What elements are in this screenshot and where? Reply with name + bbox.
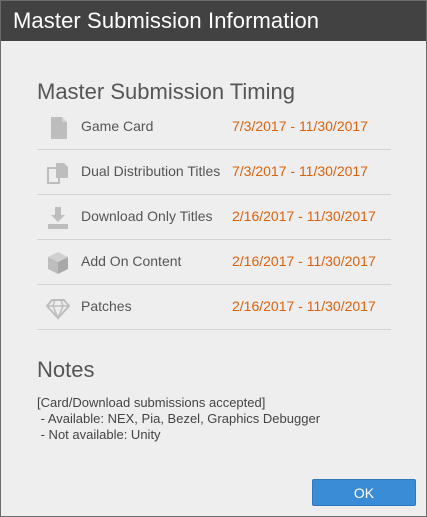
timing-row-dates: 2/16/2017 - 11/30/2017 [232,298,376,314]
ok-button[interactable]: OK [312,479,416,506]
timing-row-label: Game Card [81,118,154,134]
dialog-titlebar: Master Submission Information [1,1,426,41]
timing-row-game-card: Game Card 7/3/2017 - 11/30/2017 [37,105,391,150]
timing-row-dates: 7/3/2017 - 11/30/2017 [232,118,368,134]
timing-row-label: Download Only Titles [81,208,213,224]
timing-row-download-only: Download Only Titles 2/16/2017 - 11/30/2… [37,195,391,240]
notes-line: [Card/Download submissions accepted] [37,395,266,410]
notes-body: [Card/Download submissions accepted] - A… [37,395,320,443]
master-submission-dialog: Master Submission Information Master Sub… [0,0,427,517]
notes-line: - Not available: Unity [37,427,161,442]
add-on-content-box-icon [45,250,71,276]
timing-row-dates: 7/3/2017 - 11/30/2017 [232,163,368,179]
timing-row-patches: Patches 2/16/2017 - 11/30/2017 [37,285,391,330]
timing-list: Game Card 7/3/2017 - 11/30/2017 Dual Dis… [37,105,391,330]
timing-section-heading: Master Submission Timing [37,79,295,104]
game-card-icon [45,115,71,141]
notes-line: - Available: NEX, Pia, Bezel, Graphics D… [37,411,321,426]
timing-row-dates: 2/16/2017 - 11/30/2017 [232,253,376,269]
timing-row-add-on-content: Add On Content 2/16/2017 - 11/30/2017 [37,240,391,285]
patch-diamond-icon [45,295,71,321]
timing-row-dual-distribution: Dual Distribution Titles 7/3/2017 - 11/3… [37,150,391,195]
dialog-title: Master Submission Information [13,8,320,33]
timing-row-label: Add On Content [81,253,182,269]
timing-row-dates: 2/16/2017 - 11/30/2017 [232,208,376,224]
notes-section-heading: Notes [37,357,95,382]
download-icon [45,205,71,231]
dual-distribution-icon [45,160,71,186]
timing-row-label: Patches [81,298,132,314]
timing-row-label: Dual Distribution Titles [81,163,221,179]
